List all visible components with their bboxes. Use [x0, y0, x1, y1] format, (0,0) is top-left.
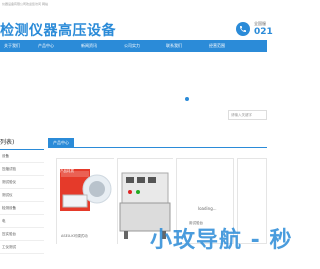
top-bar: 仪器设备有限公司欢迎您访问 网站: [2, 2, 48, 6]
product-card[interactable]: 产品材质 ASEX-K可调式动: [56, 158, 115, 245]
nav-item-products[interactable]: 产品中心: [38, 40, 54, 52]
product-caption: ASEX-K可调式动: [61, 234, 88, 238]
nav-item-strength[interactable]: 公司实力: [124, 40, 140, 52]
sidebar-item[interactable]: 设备: [0, 150, 44, 163]
phone-icon: [236, 22, 250, 36]
nav-item-scope[interactable]: 经营范围: [209, 40, 225, 52]
nav-item-news[interactable]: 新闻资讯: [81, 40, 97, 52]
tab-product-center[interactable]: 产品中心: [48, 138, 74, 148]
sidebar-item[interactable]: 压实验台: [0, 228, 44, 241]
slider-dot[interactable]: [185, 97, 189, 101]
loading-text: loading...: [198, 206, 217, 211]
watermark-text: 小玫导航 - 秒: [150, 228, 293, 253]
nav-item-contact[interactable]: 联系我们: [166, 40, 182, 52]
sidebar-item[interactable]: 压缩试验: [0, 163, 44, 176]
phone-number: 021: [254, 27, 273, 37]
header: 检测仪器高压设备 全国服 021: [0, 8, 273, 40]
main-nav: 关于我们 产品中心 新闻资讯 公司实力 联系我们 经营范围: [0, 40, 267, 52]
site-logo-text[interactable]: 检测仪器高压设备: [0, 20, 116, 40]
nav-item-about[interactable]: 关于我们: [4, 40, 20, 52]
sidebar-item[interactable]: 检测设备: [0, 202, 44, 215]
sidebar-title: 列表): [0, 139, 15, 146]
sidebar-item[interactable]: 电: [0, 215, 44, 228]
sidebar-list: 设备 压缩试验 测试验仪 测试仪 检测设备 电 压实验台 工仪测试: [0, 150, 44, 254]
sidebar-item[interactable]: 工仪测试: [0, 241, 44, 254]
product-badge: 产品材质: [60, 169, 74, 173]
search-input[interactable]: 请输入关键字: [228, 110, 267, 120]
sidebar-item[interactable]: 测试验仪: [0, 176, 44, 189]
product-section-header: [48, 138, 267, 148]
banner-slider[interactable]: [0, 52, 267, 144]
sidebar-item[interactable]: 测试仪: [0, 189, 44, 202]
